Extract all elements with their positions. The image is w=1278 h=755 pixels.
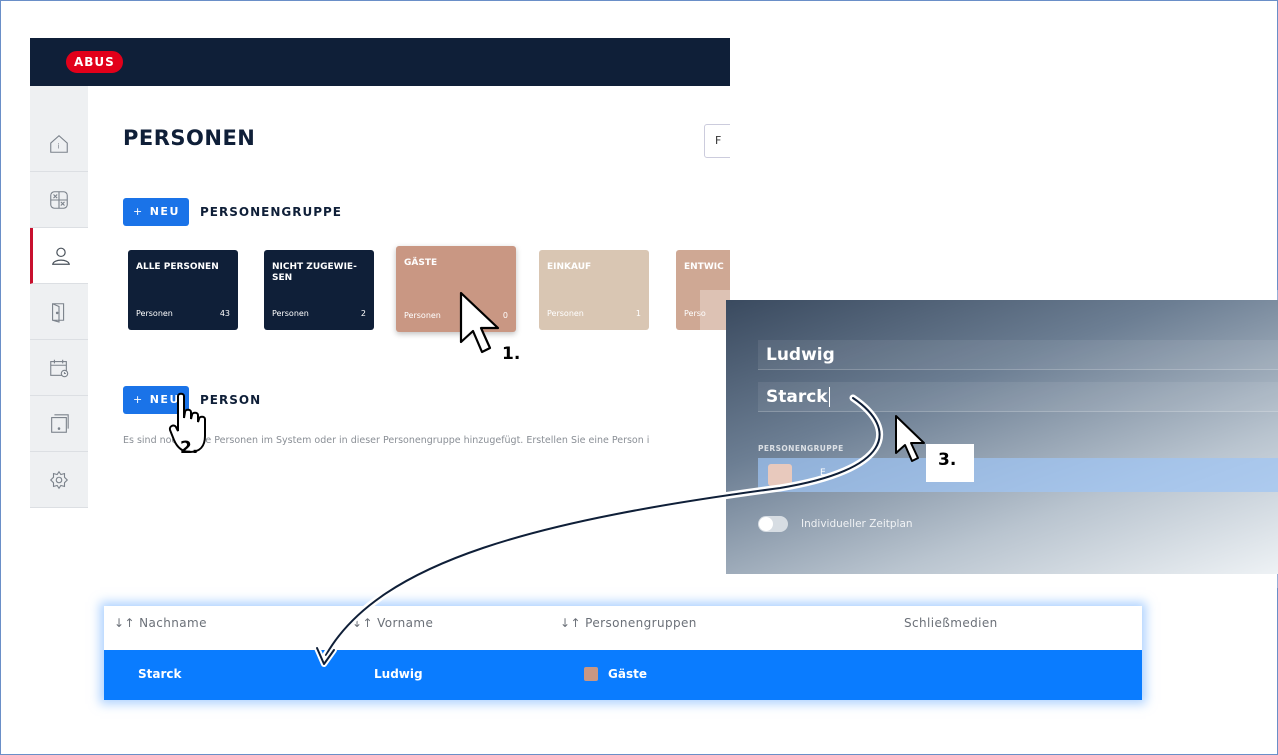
group-count: 2 — [360, 309, 366, 318]
settings-icon — [49, 470, 69, 489]
group-name: ALLE PERSONEN — [136, 262, 219, 272]
calendar-clock-icon — [50, 359, 69, 377]
sidebar-item-home[interactable]: i — [30, 116, 88, 172]
group-footer-label: Personen — [404, 311, 441, 320]
plus-icon: + — [133, 205, 144, 218]
step-label-3: 3. — [938, 450, 957, 470]
persons-table: ↓↑ Nachname ↓↑ Vorname ↓↑ Personengruppe… — [104, 606, 1142, 700]
group-color-swatch — [768, 464, 792, 486]
sidebar-item-settings[interactable] — [30, 452, 88, 508]
step-label-1: 1. — [502, 344, 521, 364]
text-caret — [829, 387, 830, 407]
last-name-field[interactable]: Starck — [758, 382, 1278, 412]
user-icon — [51, 247, 70, 265]
page-title: PERSONEN — [123, 126, 256, 150]
column-header-media: Schließmedien — [904, 616, 998, 630]
individual-schedule-label: Individueller Zeitplan — [801, 518, 913, 530]
sidebar: i — [30, 86, 88, 508]
sidebar-item-doors[interactable] — [30, 284, 88, 340]
group-card-unassigned[interactable]: NICHT ZUGEWIE-SEN Personen 2 — [264, 250, 374, 330]
top-right-button[interactable]: F — [704, 124, 730, 158]
group-name: EINKAUF — [547, 262, 592, 272]
column-header-lastname[interactable]: ↓↑ Nachname — [114, 616, 207, 630]
group-name: GÄSTE — [404, 258, 438, 268]
first-name-field[interactable]: Ludwig — [758, 340, 1278, 370]
home-icon: i — [50, 134, 68, 153]
cell-group: Gäste — [608, 667, 647, 681]
new-group-button-label: NEU — [149, 205, 180, 218]
group-color-swatch — [584, 667, 598, 681]
plus-icon: + — [133, 393, 144, 406]
table-row[interactable]: Starck Ludwig Gäste — [104, 650, 1142, 700]
person-group-value: E — [820, 468, 826, 478]
column-header-groups[interactable]: ↓↑ Personengruppen — [560, 616, 697, 630]
device-icon — [51, 413, 69, 433]
sidebar-item-devices[interactable] — [30, 396, 88, 452]
svg-text:i: i — [58, 141, 60, 150]
person-form-panel: Ludwig Starck PERSONENGRUPPE E Individue… — [726, 300, 1278, 574]
individual-schedule-toggle[interactable] — [758, 516, 788, 532]
group-name: ENTWIC — [684, 262, 724, 272]
group-footer-label: Personen — [136, 309, 173, 318]
group-count: 43 — [219, 309, 230, 318]
group-footer-label: Personen — [272, 309, 309, 318]
sidebar-item-schedules[interactable] — [30, 340, 88, 396]
cell-lastname: Starck — [138, 667, 182, 681]
person-group-select[interactable]: E — [758, 458, 1278, 492]
section-label-person-group: PERSONENGRUPPE — [200, 205, 342, 219]
group-footer-label: Personen — [547, 309, 584, 318]
group-count: 1 — [635, 309, 641, 318]
column-header-firstname[interactable]: ↓↑ Vorname — [352, 616, 433, 630]
sidebar-item-media[interactable] — [30, 172, 88, 228]
group-card-purchasing[interactable]: EINKAUF Personen 1 — [539, 250, 649, 330]
sidebar-item-persons[interactable] — [30, 228, 88, 284]
group-card-all[interactable]: ALLE PERSONEN Personen 43 — [128, 250, 238, 330]
abus-logo: ABUS — [66, 51, 123, 73]
cell-firstname: Ludwig — [374, 667, 423, 681]
grid-x-icon — [50, 190, 68, 209]
door-icon — [52, 302, 65, 323]
person-group-label: PERSONENGRUPPE — [758, 444, 844, 453]
new-group-button[interactable]: + NEU — [123, 198, 189, 226]
top-bar: ABUS — [30, 38, 730, 86]
group-name: NICHT ZUGEWIE-SEN — [272, 262, 357, 283]
app-window: ABUS i PERSONEN F + NEU PERSONENGRUPPE A… — [30, 38, 730, 508]
arrow-cursor-icon — [459, 291, 500, 354]
step-label-2: 2. — [180, 438, 199, 458]
